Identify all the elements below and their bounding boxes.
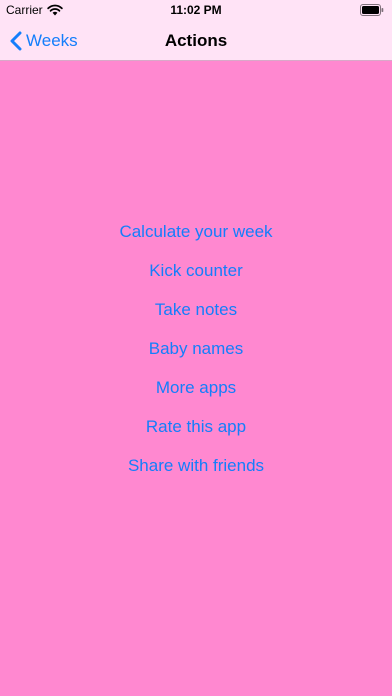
back-button[interactable]: Weeks <box>10 20 78 61</box>
status-bar: Carrier 11:02 PM <box>0 0 392 20</box>
take-notes-button[interactable]: Take notes <box>0 295 392 334</box>
calculate-week-button[interactable]: Calculate your week <box>0 217 392 256</box>
rate-app-button[interactable]: Rate this app <box>0 412 392 451</box>
more-apps-button[interactable]: More apps <box>0 373 392 412</box>
action-list: Calculate your week Kick counter Take no… <box>0 217 392 490</box>
chevron-left-icon <box>10 31 22 50</box>
baby-names-button[interactable]: Baby names <box>0 334 392 373</box>
navigation-bar: Weeks Actions <box>0 20 392 61</box>
kick-counter-button[interactable]: Kick counter <box>0 256 392 295</box>
battery-icon <box>360 4 384 16</box>
status-time: 11:02 PM <box>170 3 222 17</box>
share-friends-button[interactable]: Share with friends <box>0 451 392 490</box>
actions-content: Calculate your week Kick counter Take no… <box>0 61 392 696</box>
back-button-label: Weeks <box>26 30 78 50</box>
